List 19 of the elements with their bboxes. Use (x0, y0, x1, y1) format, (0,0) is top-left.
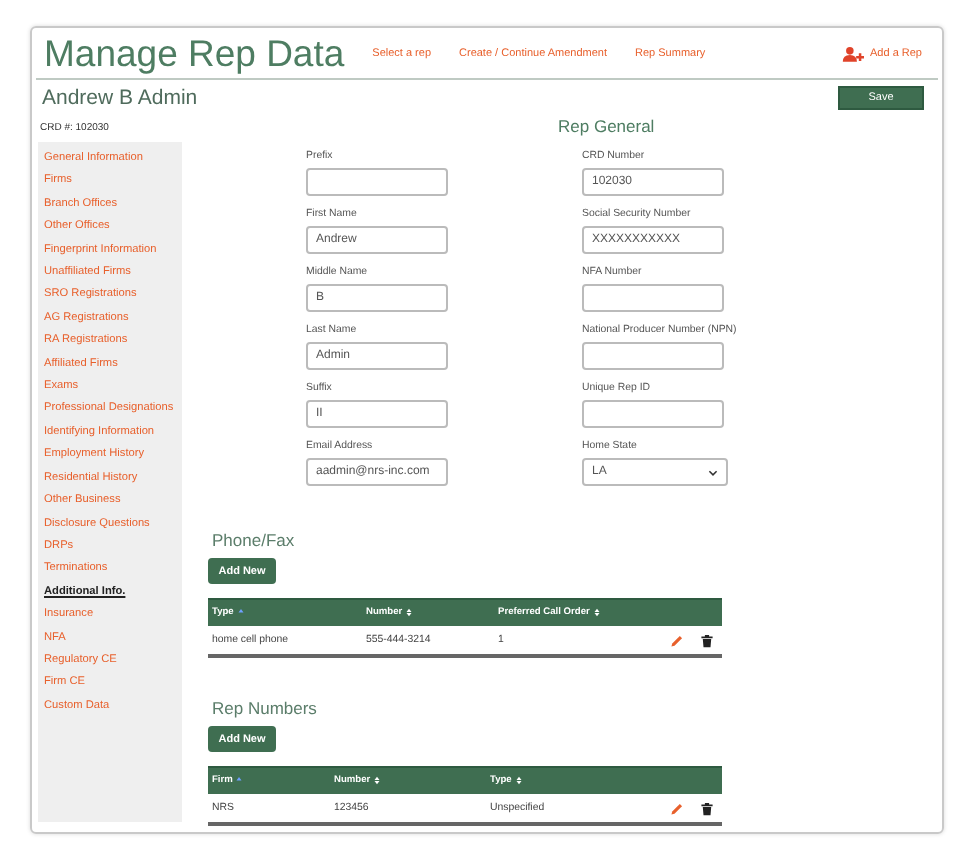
text-field[interactable] (582, 342, 724, 370)
trash-icon[interactable] (700, 633, 714, 647)
sort-icon[interactable] (593, 608, 600, 618)
add-user-icon[interactable] (842, 46, 864, 62)
sort-icon[interactable] (406, 608, 413, 618)
trash-icon[interactable] (700, 801, 714, 815)
sort-icon[interactable] (515, 776, 522, 786)
text-field[interactable] (582, 400, 724, 428)
page-title: Manage Rep Data (44, 32, 345, 76)
pencil-icon[interactable] (670, 633, 684, 647)
sort-icon[interactable] (374, 776, 381, 786)
text-field[interactable] (306, 168, 448, 196)
chevron-icon (708, 469, 718, 475)
pencil-icon[interactable] (670, 801, 684, 815)
section-heading: Rep Numbers (212, 698, 319, 718)
rep-name: Andrew B Admin (42, 86, 198, 110)
text-field[interactable] (582, 284, 724, 312)
section-heading: Rep General (558, 116, 655, 136)
section-heading: Phone/Fax (212, 530, 297, 550)
